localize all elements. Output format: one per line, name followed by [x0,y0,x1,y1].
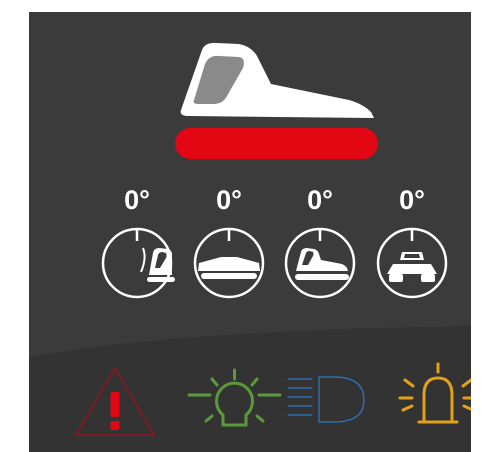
machine-front-roll-icon [198,257,260,279]
machine-front-icon [387,252,437,282]
machine-side-icon [295,248,349,280]
angle-readout-pitch: 0° [124,185,150,215]
status-bar [175,128,378,159]
angle-gauge-roll [193,227,265,299]
machine-body-icon [180,42,374,119]
machine-status-panel: 0° 0° 0° 0° [29,12,471,452]
angle-readout-side: 0° [307,185,333,215]
panel-graphics [29,42,471,452]
angle-readout-front: 0° [399,185,425,215]
angle-gauge-pitch [101,227,175,299]
machine-side-pitch-icon [140,247,175,282]
angle-gauge-front [376,227,448,299]
angle-gauge-side [284,227,356,299]
lower-band [29,326,471,452]
angle-readout-roll: 0° [216,185,242,215]
